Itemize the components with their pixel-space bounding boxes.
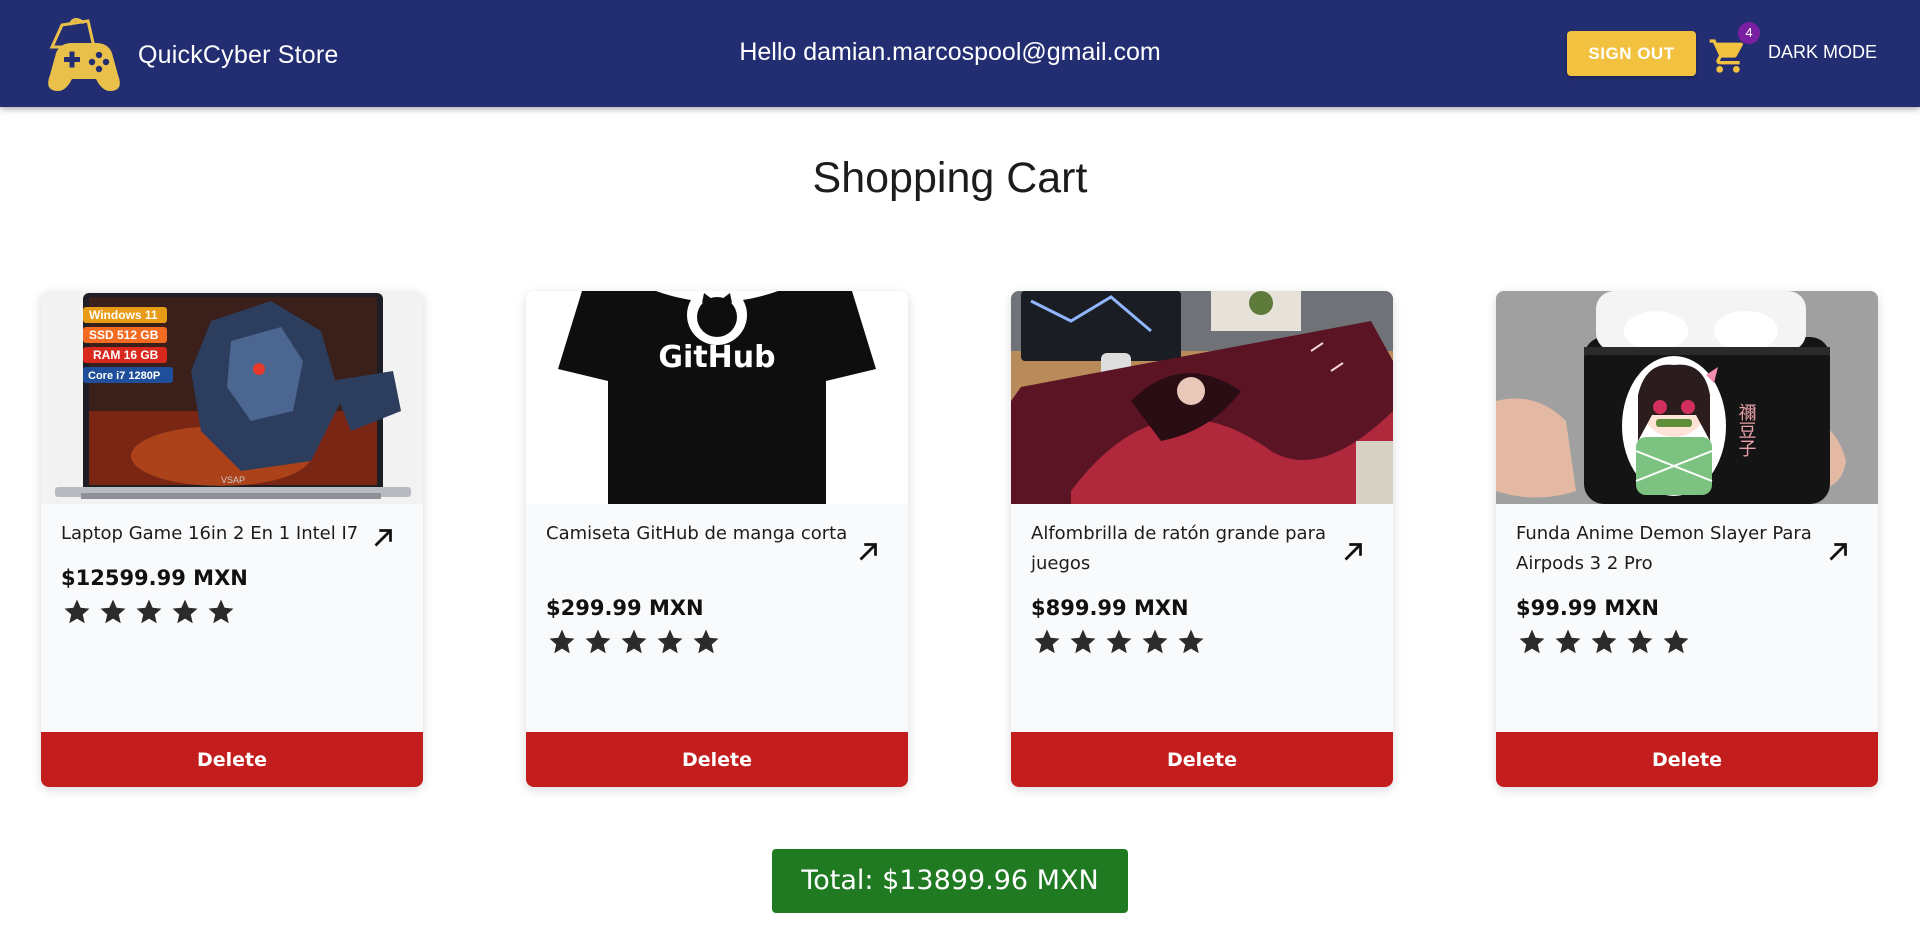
cart-button[interactable]: 4 [1704, 22, 1760, 76]
product-name: Laptop Game 16in 2 En 1 Intel I7 [61, 523, 359, 544]
product-image: Windows 11 SSD 512 GB RAM 16 GB Core i7 … [41, 291, 423, 504]
product-price: $899.99 MXN [1031, 596, 1189, 620]
top-navbar: QuickCyber Store Hello damian.marcospool… [0, 0, 1920, 107]
cart-count-badge: 4 [1738, 22, 1760, 44]
image-brand-text: VSAP [221, 475, 245, 485]
cart-item-card: Alfombrilla de ratón grande para juegos … [1011, 291, 1393, 787]
product-image [1011, 291, 1393, 504]
product-name: Funda Anime Demon Slayer Para Airpods 3 … [1516, 523, 1812, 574]
star-icon [1106, 629, 1132, 654]
star-icon [1555, 629, 1581, 654]
cart-total: Total: $13899.96 MXN [772, 849, 1128, 913]
star-icon [1034, 629, 1060, 654]
image-label-ram: RAM 16 GB [93, 348, 159, 362]
star-icon [1142, 629, 1168, 654]
image-label-cpu: Core i7 1280P [88, 370, 160, 382]
star-icon [172, 599, 198, 624]
product-name: Camiseta GitHub de manga corta [546, 523, 848, 544]
rating-stars [1029, 627, 1209, 657]
star-icon [1178, 629, 1204, 654]
dark-mode-toggle[interactable]: DARK MODE [1768, 42, 1877, 63]
product-name: Alfombrilla de ratón grande para juegos [1031, 523, 1327, 574]
product-image: 禰豆子 [1496, 291, 1878, 504]
page-title: Shopping Cart [812, 154, 1088, 202]
star-icon [100, 599, 126, 624]
star-icon [1519, 629, 1545, 654]
open-product-arrow-icon[interactable] [853, 537, 883, 567]
star-icon [1627, 629, 1653, 654]
product-price: $99.99 MXN [1516, 596, 1660, 620]
star-icon [549, 629, 575, 654]
star-icon [621, 629, 647, 654]
rating-stars [1514, 627, 1694, 657]
product-price: $299.99 MXN [546, 596, 704, 620]
delete-item-button[interactable]: Delete [1496, 732, 1878, 787]
cart-item-card: Windows 11 SSD 512 GB RAM 16 GB Core i7 … [41, 291, 423, 787]
image-kanji-text: 禰豆子 [1736, 403, 1757, 457]
github-shirt-text: GitHub [658, 340, 775, 375]
cart-item-card: 禰豆子 Funda Anime Demon Slayer Para Airpod… [1496, 291, 1878, 787]
open-product-arrow-icon[interactable] [1823, 537, 1853, 567]
star-icon [585, 629, 611, 654]
star-icon [208, 599, 234, 624]
star-icon [136, 599, 162, 624]
star-icon [1663, 629, 1689, 654]
image-label-ssd: SSD 512 GB [89, 328, 159, 342]
star-icon [64, 599, 90, 624]
open-product-arrow-icon[interactable] [1338, 537, 1368, 567]
open-product-arrow-icon[interactable] [368, 523, 398, 553]
rating-stars [59, 597, 239, 627]
star-icon [1070, 629, 1096, 654]
sign-out-button[interactable]: SIGN OUT [1567, 31, 1696, 76]
star-icon [1591, 629, 1617, 654]
cart-item-card: GitHub Camiseta GitHub de manga corta $2… [526, 291, 908, 787]
star-icon [657, 629, 683, 654]
star-icon [693, 629, 719, 654]
rating-stars [544, 627, 724, 657]
product-image: GitHub [526, 291, 908, 504]
delete-item-button[interactable]: Delete [1011, 732, 1393, 787]
delete-item-button[interactable]: Delete [41, 732, 423, 787]
product-price: $12599.99 MXN [61, 566, 248, 590]
delete-item-button[interactable]: Delete [526, 732, 908, 787]
image-label-os: Windows 11 [89, 308, 158, 322]
